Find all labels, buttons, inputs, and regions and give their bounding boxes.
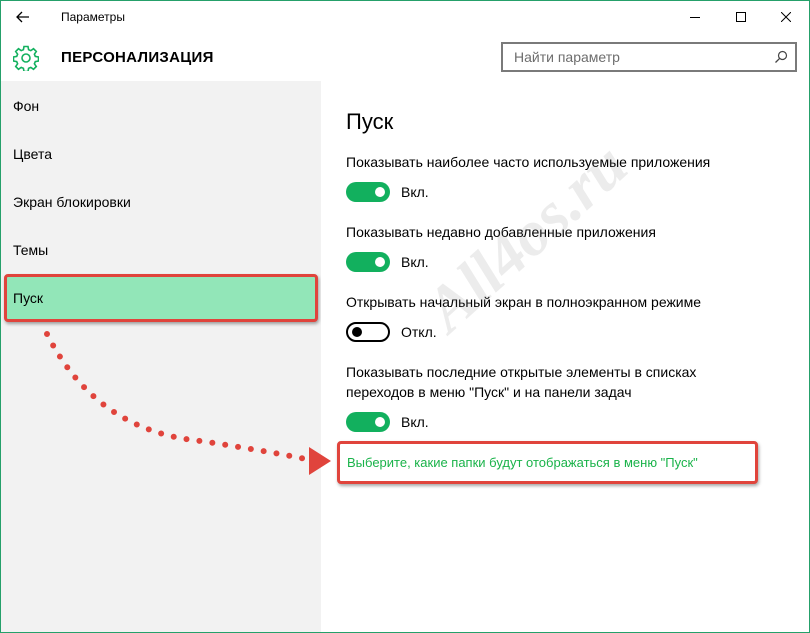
window-title: Параметры [61, 10, 125, 24]
sidebar-item-label: Темы [13, 242, 49, 258]
toggle-state-label: Вкл. [401, 184, 429, 200]
main-content: Пуск Показывать наиболее часто используе… [321, 81, 809, 632]
sidebar-item-label: Фон [13, 98, 40, 114]
search-icon [775, 50, 788, 63]
title-bar: Параметры [1, 1, 809, 33]
toggle-knob [375, 257, 385, 267]
minimize-icon [690, 17, 700, 18]
back-button[interactable] [7, 3, 39, 31]
search-button[interactable] [771, 48, 791, 66]
toggle-state-label: Откл. [401, 324, 437, 340]
close-button[interactable] [763, 1, 809, 33]
sidebar-item-colors[interactable]: Цвета [1, 130, 321, 178]
toggle-switch[interactable] [346, 182, 390, 202]
search-input[interactable] [503, 44, 763, 70]
search-box[interactable] [501, 42, 797, 72]
gear-icon [13, 45, 39, 71]
sidebar-item-label: Пуск [13, 290, 44, 306]
toggle-knob [375, 417, 385, 427]
minimize-button[interactable] [672, 1, 718, 33]
back-arrow-icon [16, 11, 29, 23]
sidebar-item-themes[interactable]: Темы [1, 226, 321, 274]
toggle-state-label: Вкл. [401, 414, 429, 430]
toggle-knob [375, 187, 385, 197]
close-icon [781, 12, 791, 22]
setting-label: Показывать последние открытые элементы в… [346, 364, 697, 400]
maximize-icon [736, 12, 746, 22]
maximize-button[interactable] [718, 1, 764, 33]
sidebar-item-label: Цвета [13, 146, 52, 162]
toggle-switch[interactable] [346, 252, 390, 272]
toggle-switch[interactable] [346, 412, 390, 432]
sidebar-item-background[interactable]: Фон [1, 82, 321, 130]
sidebar-item-label: Экран блокировки [13, 194, 131, 210]
sidebar-item-lock-screen[interactable]: Экран блокировки [1, 178, 321, 226]
page-header: ПЕРСОНАЛИЗАЦИЯ [1, 33, 809, 81]
toggle-knob [352, 327, 362, 337]
folders-link-highlight: Выберите, какие папки будут отображаться… [337, 441, 758, 484]
sidebar: Фон Цвета Экран блокировки Темы Пуск [1, 81, 321, 632]
sidebar-item-start[interactable]: Пуск [4, 274, 318, 322]
toggle-state-label: Вкл. [401, 254, 429, 270]
toggle-switch[interactable] [346, 322, 390, 342]
setting-label: Показывать недавно добавленные приложени… [346, 224, 656, 240]
page-title: ПЕРСОНАЛИЗАЦИЯ [61, 49, 214, 66]
section-title: Пуск [346, 109, 394, 134]
settings-window: Параметры ПЕРСОНАЛИЗАЦИЯ Найти параметр … [0, 0, 810, 633]
choose-folders-link[interactable]: Выберите, какие папки будут отображаться… [347, 455, 698, 470]
setting-label: Показывать наиболее часто используемые п… [346, 154, 711, 170]
setting-label: Открывать начальный экран в полноэкранно… [346, 294, 702, 310]
